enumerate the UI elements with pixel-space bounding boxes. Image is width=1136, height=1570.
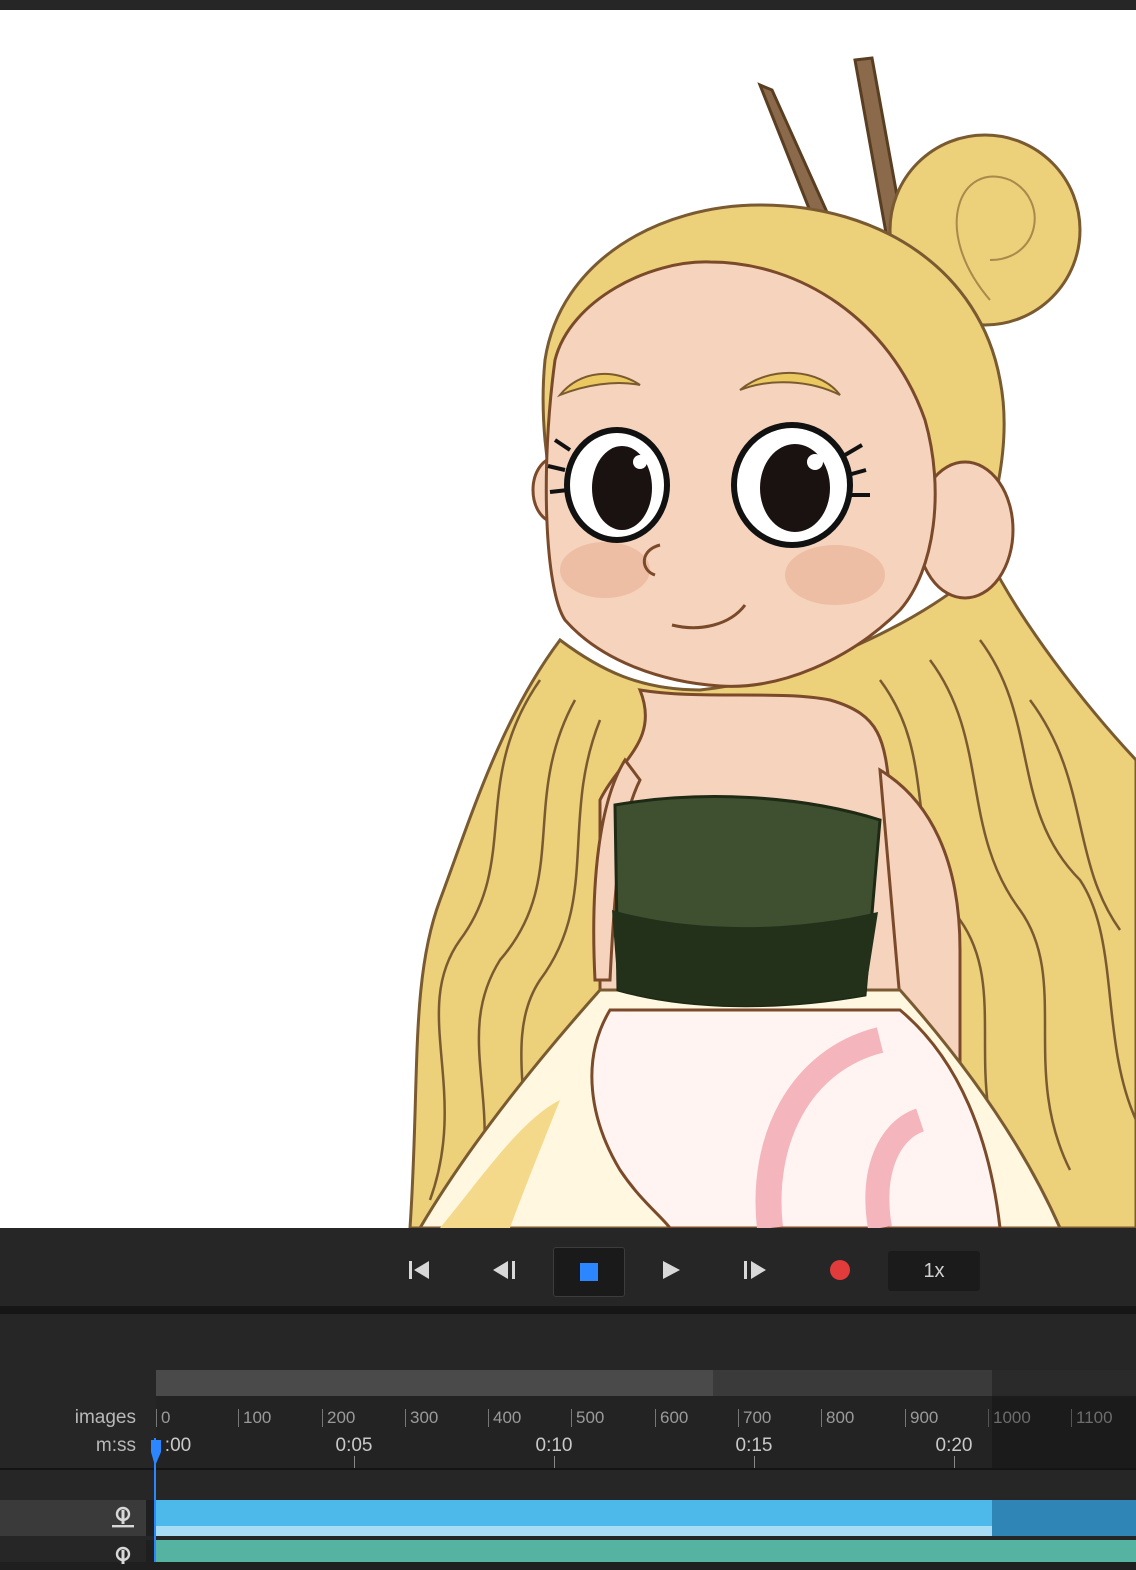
playhead-handle[interactable] [150, 1438, 162, 1468]
time-tick-mark [754, 1456, 755, 1468]
time-tick: 0:15 [735, 1435, 773, 1456]
track-bar-scene-outside [992, 1500, 1136, 1536]
character-illustration [408, 56, 1136, 1228]
puppet-icon [115, 1546, 131, 1564]
frame-tick: 200 [322, 1409, 355, 1427]
puppet-icon [112, 1506, 134, 1528]
frame-tick: 600 [655, 1409, 688, 1427]
frames-row-label: images [74, 1407, 136, 1428]
time-row-label: m:ss [95, 1435, 136, 1456]
frame-tick: 400 [488, 1409, 521, 1427]
time-tick: 0:10 [535, 1435, 573, 1456]
track-bar-scene-lower[interactable] [156, 1526, 992, 1536]
play-button[interactable] [649, 1248, 693, 1292]
track-bar-scene[interactable] [156, 1500, 992, 1526]
record-button[interactable] [818, 1248, 862, 1292]
step-forward-button[interactable] [733, 1248, 777, 1292]
time-tick: 0:20 [935, 1435, 973, 1456]
record-icon [830, 1260, 850, 1280]
frame-tick: 1000 [988, 1409, 1031, 1427]
stop-icon [580, 1263, 598, 1281]
step-back-icon [493, 1261, 515, 1279]
step-forward-icon [744, 1261, 766, 1279]
go-to-start-icon [409, 1261, 429, 1279]
playback-speed-select[interactable]: 1x [888, 1251, 980, 1291]
timeline-panel: images m:ss 0 100 200 300 400 500 600 70… [0, 1314, 1136, 1564]
frame-tick: 0 [156, 1409, 170, 1427]
time-tick: 0:05 [335, 1435, 373, 1456]
frame-tick: 800 [821, 1409, 854, 1427]
transport-bar: 1x [0, 1228, 1136, 1306]
timeline-ruler-outside [992, 1396, 1136, 1468]
scene-stage[interactable] [0, 10, 1136, 1228]
time-tick-mark [954, 1456, 955, 1468]
top-bar [0, 0, 1136, 10]
frame-tick: 1100 [1071, 1409, 1113, 1427]
stop-button[interactable] [553, 1247, 625, 1297]
play-icon [663, 1261, 680, 1279]
frame-tick: 700 [738, 1409, 771, 1427]
frame-tick: 100 [238, 1409, 271, 1427]
track-bar-puppet[interactable] [156, 1540, 1136, 1562]
panel-separator [0, 1306, 1136, 1314]
frame-tick: 500 [571, 1409, 604, 1427]
frame-tick: 900 [905, 1409, 938, 1427]
time-tick-mark [354, 1456, 355, 1468]
go-to-start-button[interactable] [397, 1248, 441, 1292]
timeline-scroll-thumb[interactable] [156, 1370, 713, 1396]
ruler-divider [0, 1468, 1136, 1470]
timeline-scroll-outside [992, 1370, 1136, 1396]
time-tick: :00 [164, 1435, 192, 1456]
timeline-ruler[interactable] [156, 1396, 1136, 1468]
time-tick-mark [554, 1456, 555, 1468]
step-back-button[interactable] [482, 1248, 526, 1292]
frame-tick: 300 [405, 1409, 438, 1427]
